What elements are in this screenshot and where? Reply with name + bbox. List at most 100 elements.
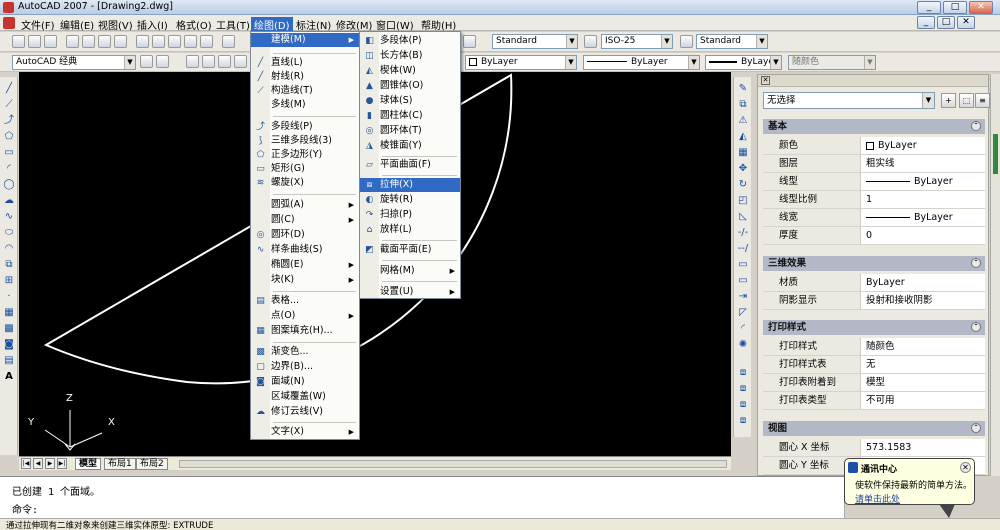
- menu-tools[interactable]: 工具(T): [213, 17, 253, 32]
- collapse-icon[interactable]: ⌃: [971, 121, 981, 131]
- workspace-settings-icon[interactable]: [140, 55, 153, 68]
- menu-item-planesurf[interactable]: ▱ 平面曲面(F): [360, 158, 460, 172]
- erase-icon[interactable]: ✎: [737, 83, 749, 95]
- revcloud-icon[interactable]: ☁: [3, 195, 15, 207]
- maximize-button[interactable]: □: [943, 1, 967, 14]
- point-icon[interactable]: ·: [3, 291, 15, 303]
- menu-item-circle[interactable]: 圆(C) ▶: [251, 213, 359, 227]
- layer-sun-icon[interactable]: [218, 55, 231, 68]
- menu-item-settings[interactable]: 设置(U) ▶: [360, 285, 460, 299]
- copy-icon[interactable]: [152, 35, 165, 48]
- menu-item-ellipse[interactable]: 椭圆(E) ▶: [251, 258, 359, 272]
- menu-help[interactable]: 帮助(H): [418, 17, 459, 32]
- prop-row[interactable]: 打印样式 随颜色: [763, 338, 985, 356]
- region-icon[interactable]: ◙: [3, 339, 15, 351]
- menu-window[interactable]: 窗口(W): [373, 17, 417, 32]
- menu-item-3dpoly[interactable]: ⟆ 三维多段线(3): [251, 134, 359, 148]
- toggle-pickadd-icon[interactable]: +: [941, 93, 956, 108]
- menu-item-sphere[interactable]: ● 球体(S): [360, 94, 460, 108]
- collapse-icon[interactable]: ⌃: [971, 322, 981, 332]
- doc-close-button[interactable]: ✕: [957, 16, 975, 29]
- matchprop-icon[interactable]: [184, 35, 197, 48]
- join-icon[interactable]: ⇥: [737, 291, 749, 303]
- select-objects-icon[interactable]: ⬚: [959, 93, 974, 108]
- last-tab-icon[interactable]: ▶|: [57, 458, 67, 469]
- 3d-dwf-icon[interactable]: [114, 35, 127, 48]
- undo-icon[interactable]: [222, 35, 235, 48]
- prop-row[interactable]: 线型比例 1: [763, 191, 985, 209]
- menu-item-spline[interactable]: ∿ 样条曲线(S): [251, 243, 359, 257]
- close-button[interactable]: ✕: [969, 1, 993, 14]
- open-icon[interactable]: [28, 35, 41, 48]
- section-plot-style[interactable]: 打印样式 ⌃: [763, 320, 985, 335]
- move-icon[interactable]: ✥: [737, 163, 749, 175]
- menu-format[interactable]: 格式(O): [173, 17, 215, 32]
- menu-item-gradient[interactable]: ▩ 渐变色...: [251, 345, 359, 359]
- break-point-icon[interactable]: ▭: [737, 259, 749, 271]
- menu-item-xline[interactable]: ⟋ 构造线(T): [251, 84, 359, 98]
- layer-lock-icon[interactable]: [234, 55, 247, 68]
- command-window[interactable]: 已创建 1 个面域。 命令:: [0, 476, 845, 518]
- insert-block-icon[interactable]: ⧉: [3, 259, 15, 271]
- menu-item-box[interactable]: ◫ 长方体(B): [360, 49, 460, 63]
- scale-icon[interactable]: ◰: [737, 195, 749, 207]
- horizontal-scrollbar[interactable]: [179, 460, 727, 468]
- section-3d-effects[interactable]: 三维效果 ⌃: [763, 256, 985, 271]
- gradient-icon[interactable]: ▩: [3, 323, 15, 335]
- prev-tab-icon[interactable]: ◀: [33, 458, 43, 469]
- prop-row[interactable]: 线型 ByLayer: [763, 173, 985, 191]
- color-combo[interactable]: ByLayer ▼: [465, 55, 577, 70]
- mirror-icon[interactable]: ⚠: [737, 115, 749, 127]
- paste-icon[interactable]: [168, 35, 181, 48]
- prop-row[interactable]: 厚度 0: [763, 227, 985, 245]
- menu-item-modeling[interactable]: 建模(M) ▶: [251, 33, 359, 47]
- tab-layout2[interactable]: 布局2: [136, 458, 168, 470]
- close-icon[interactable]: ✕: [761, 76, 770, 85]
- table-style-combo[interactable]: Standard ▼: [696, 34, 768, 49]
- command-prompt[interactable]: 命令:: [12, 501, 38, 516]
- ellipse-icon[interactable]: ⬭: [3, 227, 15, 239]
- menu-item-ray[interactable]: ╱ 射线(R): [251, 70, 359, 84]
- rotate-icon[interactable]: ↻: [737, 179, 749, 191]
- dim-style-combo[interactable]: ISO-25 ▼: [601, 34, 673, 49]
- menu-item-wedge[interactable]: ◭ 楔体(W): [360, 64, 460, 78]
- first-tab-icon[interactable]: |◀: [21, 458, 31, 469]
- menu-item-table[interactable]: ▤ 表格...: [251, 294, 359, 308]
- cut-icon[interactable]: [136, 35, 149, 48]
- menu-item-revolve[interactable]: ◐ 旋转(R): [360, 193, 460, 207]
- menu-item-extrude[interactable]: ⧈ 拉伸(X): [360, 178, 460, 192]
- array-icon[interactable]: ▦: [737, 147, 749, 159]
- prop-row[interactable]: 打印表类型 不可用: [763, 392, 985, 410]
- prop-row[interactable]: 线宽 ByLayer: [763, 209, 985, 227]
- menu-item-sweep[interactable]: ↷ 扫掠(P): [360, 208, 460, 222]
- plotstyle-combo[interactable]: 随颜色 ▼: [788, 55, 876, 70]
- save-icon[interactable]: [44, 35, 57, 48]
- layer-bulb-icon[interactable]: [202, 55, 215, 68]
- draworder-above-icon[interactable]: ⧈: [737, 399, 749, 411]
- menu-item-mline[interactable]: 多线(M): [251, 98, 359, 112]
- table-icon[interactable]: ▤: [3, 355, 15, 367]
- mtext-icon[interactable]: A: [3, 371, 15, 383]
- collapse-icon[interactable]: ⌃: [971, 423, 981, 433]
- menu-item-arc[interactable]: 圆弧(A) ▶: [251, 198, 359, 212]
- tab-layout1[interactable]: 布局1: [104, 458, 136, 470]
- polygon-icon[interactable]: ⬠: [3, 131, 15, 143]
- menu-item-sectionplane[interactable]: ◩ 截面平面(E): [360, 243, 460, 257]
- lineweight-combo[interactable]: ByLayer ▼: [705, 55, 782, 70]
- explode-icon[interactable]: ✺: [737, 339, 749, 351]
- text-style-icon[interactable]: [463, 35, 476, 48]
- rectangle-icon[interactable]: ▭: [3, 147, 15, 159]
- copy-object-icon[interactable]: ⧉: [737, 99, 749, 111]
- spline-icon[interactable]: ∿: [3, 211, 15, 223]
- palette-side-strip[interactable]: [990, 74, 1000, 476]
- balloon-link[interactable]: 请单击此处: [855, 492, 900, 505]
- menu-item-wipeout[interactable]: 区域覆盖(W): [251, 390, 359, 404]
- doc-minimize-button[interactable]: _: [917, 16, 935, 29]
- stretch-icon[interactable]: ◺: [737, 211, 749, 223]
- line-icon[interactable]: ╱: [3, 83, 15, 95]
- prop-row[interactable]: 圆心 X 坐标 573.1583: [763, 439, 985, 457]
- prop-row[interactable]: 打印表附着到 模型: [763, 374, 985, 392]
- ellipse-arc-icon[interactable]: ◠: [3, 243, 15, 255]
- doc-restore-button[interactable]: □: [937, 16, 955, 29]
- menu-item-pyramid[interactable]: ◮ 棱锥面(Y): [360, 139, 460, 153]
